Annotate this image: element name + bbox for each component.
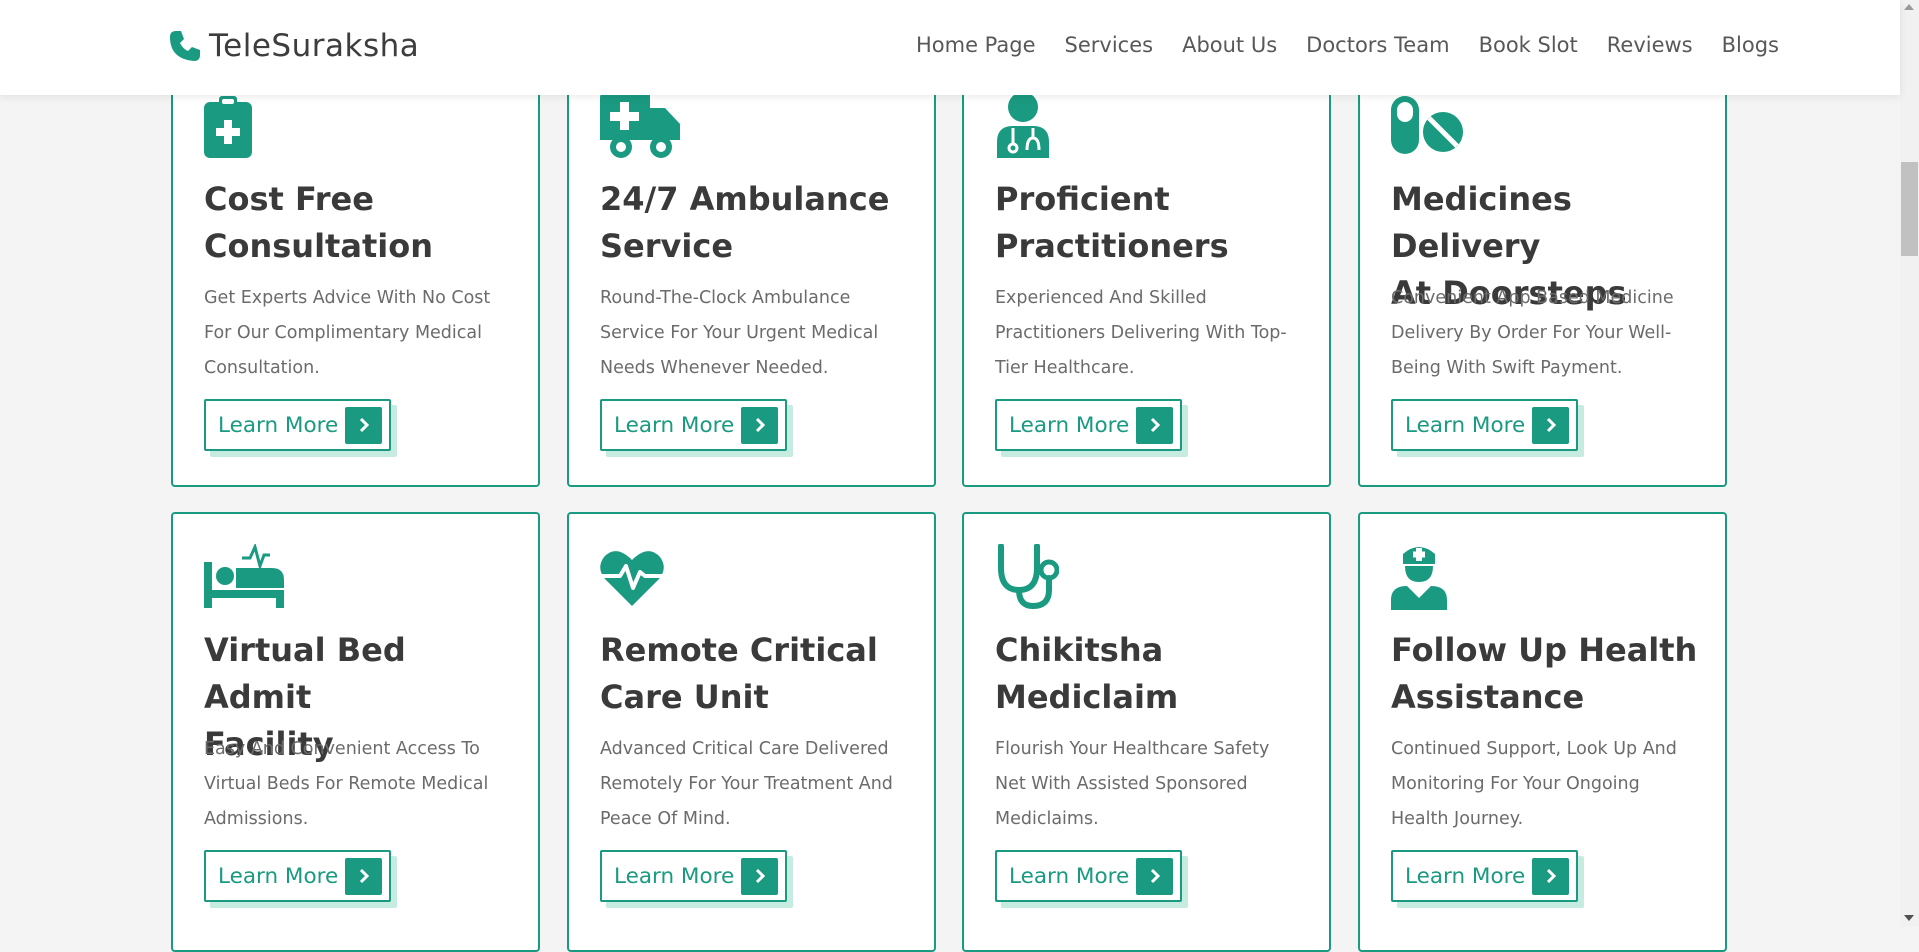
service-card-proficient-practitioners: Proficient Practitioners Experienced And … — [962, 60, 1331, 487]
learn-more-button[interactable]: Learn More — [1391, 850, 1578, 902]
service-card-ambulance-service: 24/7 Ambulance Service Round-The-Clock Am… — [567, 60, 936, 487]
card-description: Flourish Your Healthcare Safety Net With … — [995, 739, 1270, 829]
chevron-right-icon — [345, 406, 382, 444]
service-card-cost-free-consultation: Cost Free Consultation Get Experts Advice… — [171, 60, 540, 487]
brand-name: TeleSuraksha — [209, 28, 420, 64]
hospital-bed-icon — [204, 542, 284, 612]
top-navbar: TeleSuraksha Home Page Services About Us… — [0, 0, 1900, 95]
learn-more-button[interactable]: Learn More — [1391, 399, 1578, 451]
learn-more-label: Learn More — [1405, 412, 1526, 438]
page-scrollbar[interactable] — [1900, 0, 1919, 927]
chevron-right-icon — [1532, 406, 1569, 444]
learn-more-label: Learn More — [218, 863, 339, 889]
learn-more-label: Learn More — [614, 412, 735, 438]
stethoscope-icon — [995, 543, 1060, 614]
learn-more-label: Learn More — [1009, 412, 1130, 438]
heart-pulse-icon — [600, 548, 664, 610]
nav-home-page[interactable]: Home Page — [916, 33, 1036, 57]
learn-more-label: Learn More — [1009, 863, 1130, 889]
clipboard-medical-icon — [204, 96, 252, 162]
chevron-right-icon — [741, 857, 778, 895]
chevron-right-icon — [741, 406, 778, 444]
chevron-right-icon — [1136, 406, 1173, 444]
service-card-virtual-bed-admit: Virtual Bed Admit Facility Easy And Conve… — [171, 512, 540, 952]
nav-doctors-team[interactable]: Doctors Team — [1306, 33, 1449, 57]
phone-icon — [169, 30, 201, 62]
card-title: Proficient Practitioners — [995, 180, 1229, 265]
learn-more-button[interactable]: Learn More — [995, 399, 1182, 451]
nav-reviews[interactable]: Reviews — [1607, 33, 1693, 57]
card-description: Convenient App Based Medicine Delivery By… — [1391, 288, 1674, 378]
scrollbar-thumb[interactable] — [1901, 162, 1918, 256]
card-title: Remote Critical Care Unit — [600, 631, 878, 716]
pills-icon — [1391, 96, 1463, 158]
card-description: Round-The-Clock Ambulance Service For You… — [600, 288, 879, 378]
brand-logo[interactable]: TeleSuraksha — [169, 28, 419, 64]
learn-more-label: Learn More — [614, 863, 735, 889]
card-title: Chikitsha Mediclaim — [995, 631, 1179, 716]
learn-more-label: Learn More — [218, 412, 339, 438]
main-nav: Home Page Services About Us Doctors Team… — [887, 33, 1779, 57]
nav-blogs[interactable]: Blogs — [1722, 33, 1779, 57]
card-description: Get Experts Advice With No Cost For Our C… — [204, 288, 491, 378]
learn-more-button[interactable]: Learn More — [600, 850, 787, 902]
chevron-right-icon — [1532, 857, 1569, 895]
scroll-down-arrow-icon[interactable] — [1904, 915, 1914, 921]
card-description: Experienced And Skilled Practitioners Del… — [995, 288, 1287, 378]
service-card-follow-up-health: Follow Up Health Assistance Continued Sup… — [1358, 512, 1727, 952]
chevron-right-icon — [1136, 857, 1173, 895]
nurse-icon — [1391, 544, 1447, 614]
learn-more-button[interactable]: Learn More — [995, 850, 1182, 902]
learn-more-button[interactable]: Learn More — [204, 850, 391, 902]
learn-more-button[interactable]: Learn More — [600, 399, 787, 451]
learn-more-label: Learn More — [1405, 863, 1526, 889]
card-description: Easy And Convenient Access To Virtual Bed… — [204, 739, 489, 829]
card-description: Advanced Critical Care Delivered Remotely… — [600, 739, 893, 829]
card-title: Cost Free Consultation — [204, 180, 433, 265]
nav-services[interactable]: Services — [1065, 33, 1154, 57]
service-card-chikitsha-mediclaim: Chikitsha Mediclaim Flourish Your Healthc… — [962, 512, 1331, 952]
nav-about-us[interactable]: About Us — [1182, 33, 1277, 57]
learn-more-button[interactable]: Learn More — [204, 399, 391, 451]
scroll-up-arrow-icon[interactable] — [1904, 4, 1914, 10]
card-title: 24/7 Ambulance Service — [600, 180, 890, 265]
nav-book-slot[interactable]: Book Slot — [1479, 33, 1578, 57]
chevron-right-icon — [345, 857, 382, 895]
doctor-icon — [995, 92, 1051, 162]
service-card-medicines-delivery: Medicines Delivery At Doorsteps Convenien… — [1358, 60, 1727, 487]
ambulance-icon — [600, 92, 680, 162]
card-description: Continued Support, Look Up And Monitoring… — [1391, 739, 1677, 829]
service-card-remote-critical-care: Remote Critical Care Unit Advanced Critic… — [567, 512, 936, 952]
card-title: Follow Up Health Assistance — [1391, 631, 1698, 716]
